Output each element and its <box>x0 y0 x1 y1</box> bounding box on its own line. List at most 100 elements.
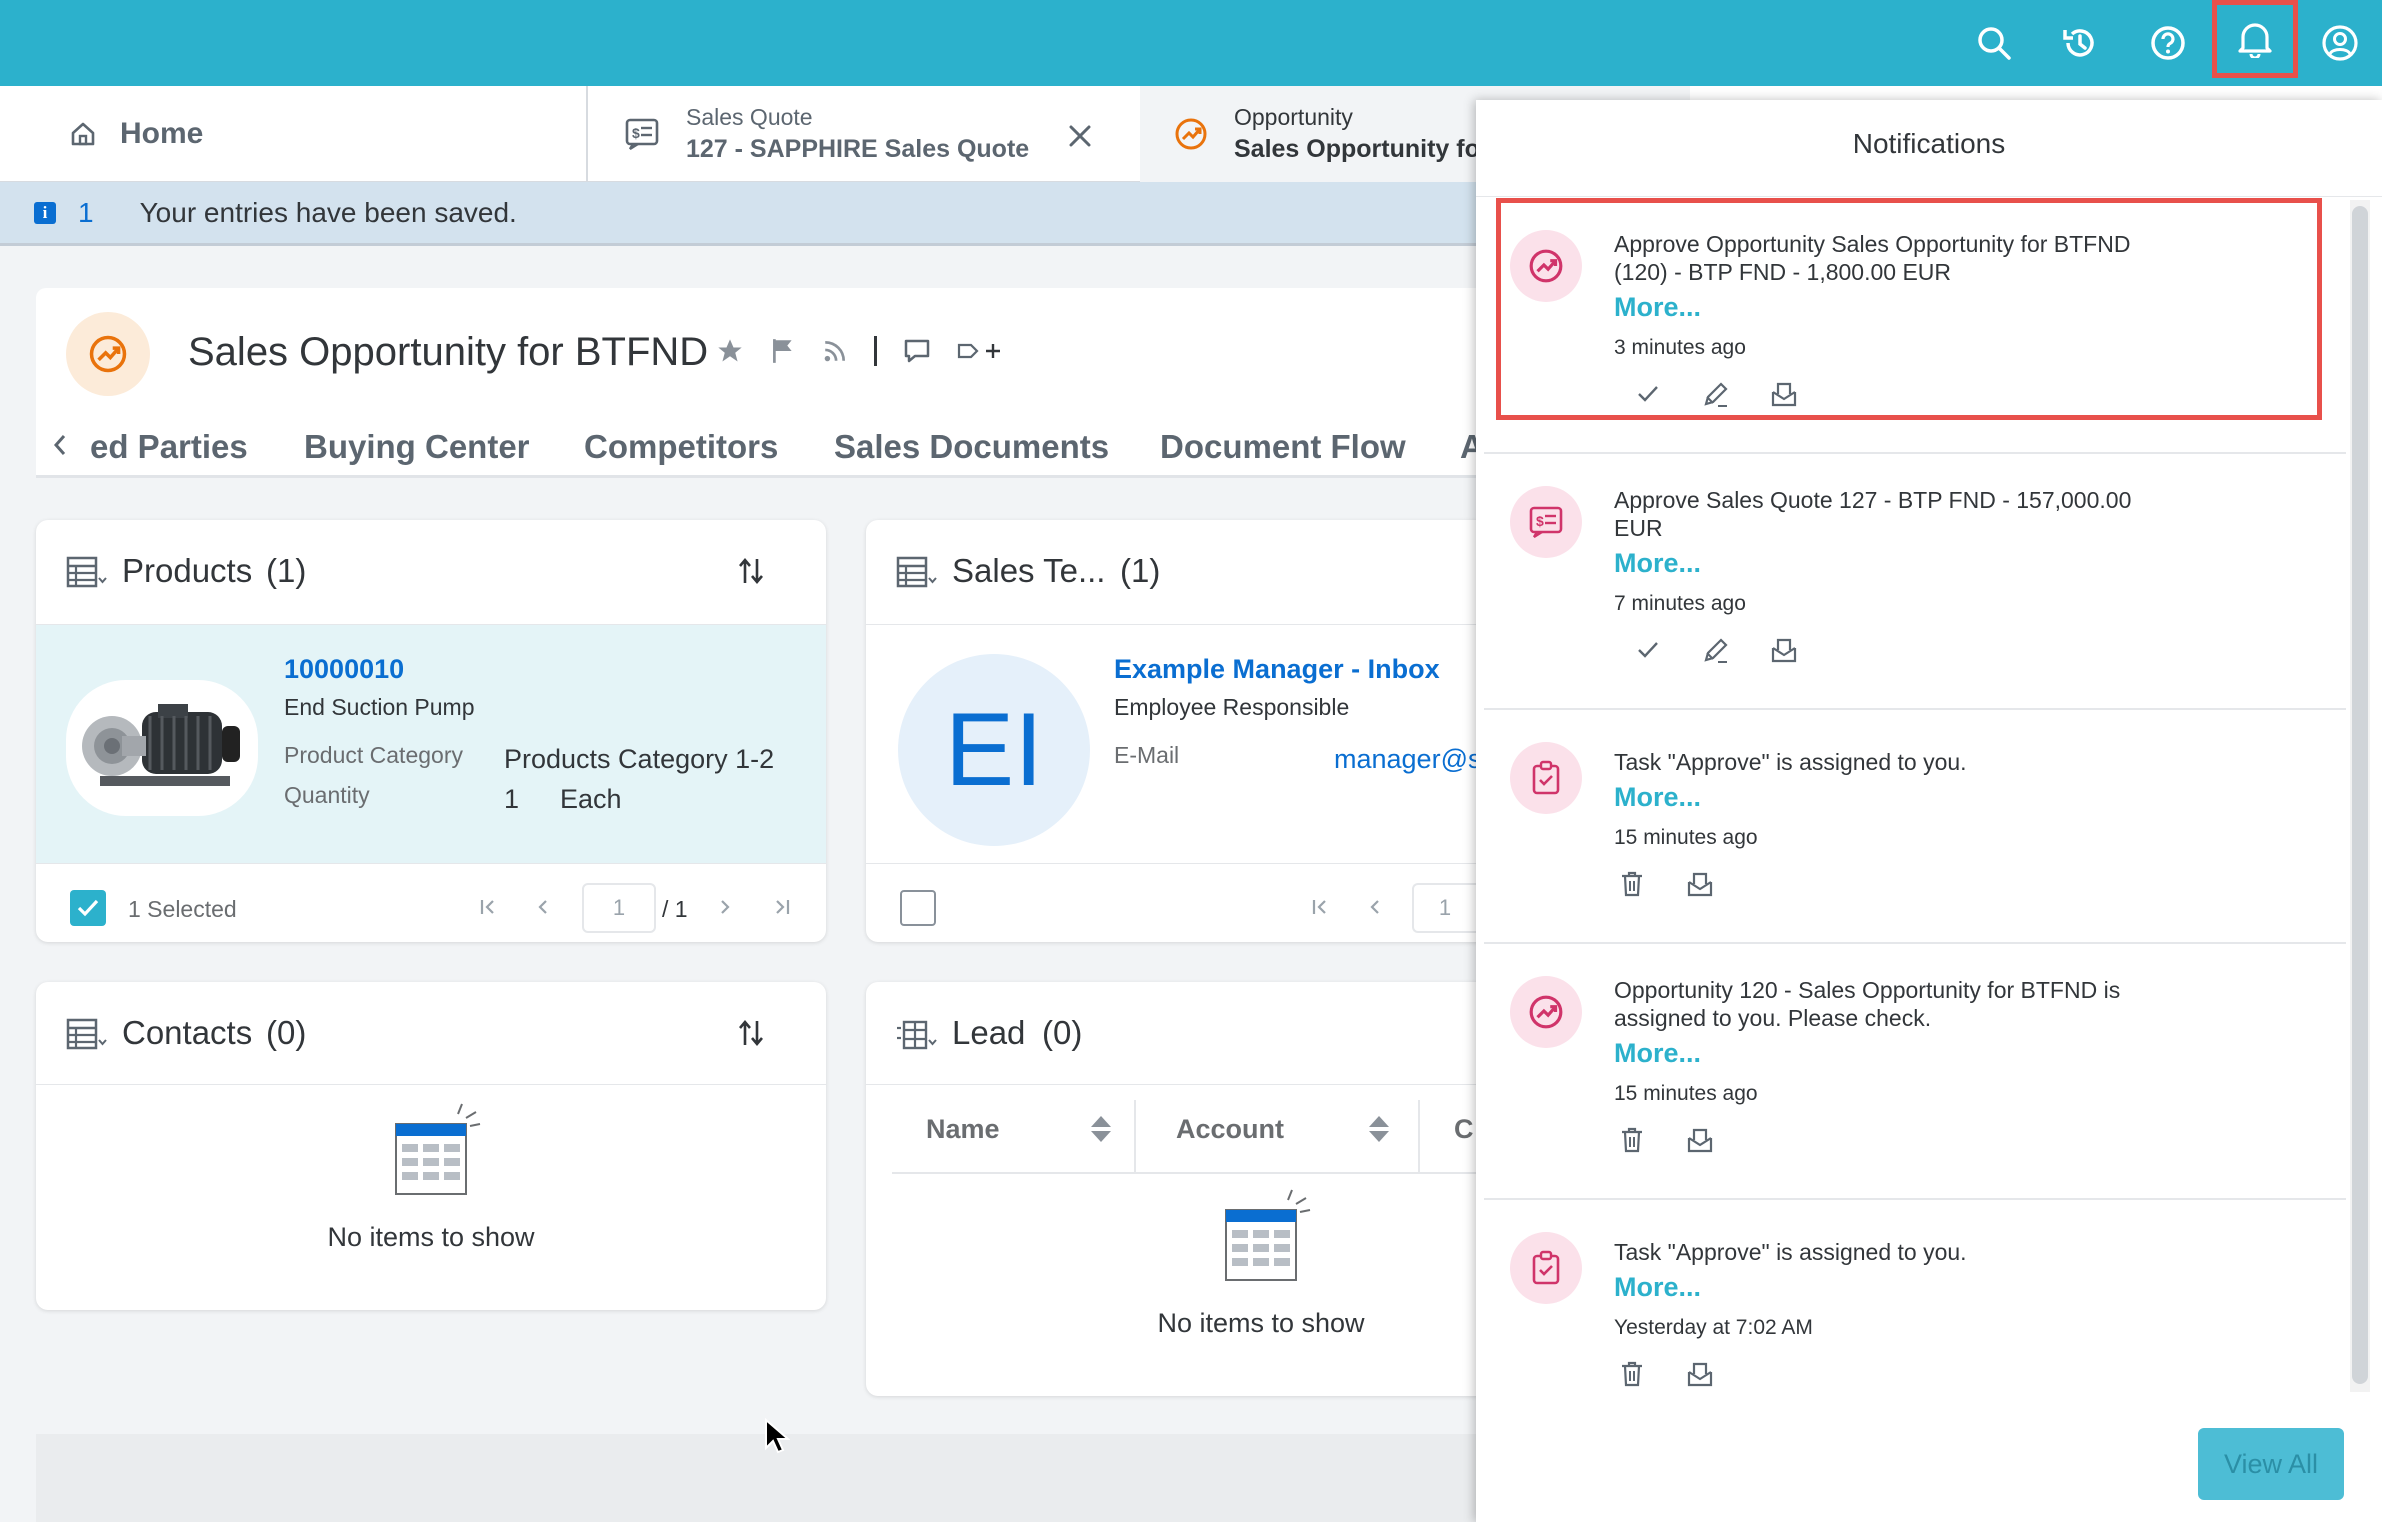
notification-text: Approve Opportunity Sales Opportunity fo… <box>1614 231 2131 285</box>
sort-icon <box>739 557 763 585</box>
page-input[interactable]: 1 <box>1412 883 1476 933</box>
opportunity-icon <box>89 335 127 373</box>
next-page-icon[interactable] <box>718 897 732 917</box>
sales-quote-icon: $ <box>625 118 659 151</box>
add-tag-button[interactable] <box>957 342 1001 360</box>
opportunity-icon <box>1529 249 1563 283</box>
accept-button[interactable] <box>1630 376 1666 412</box>
divider <box>1476 196 2382 197</box>
star-icon[interactable] <box>716 337 744 365</box>
divider <box>866 624 1476 625</box>
mark-read-button[interactable] <box>1682 1122 1718 1158</box>
prev-page-icon[interactable] <box>1368 897 1382 917</box>
notification-avatar <box>1510 230 1582 302</box>
edit-button[interactable] <box>1698 376 1734 412</box>
select-all-checkbox[interactable] <box>900 890 936 926</box>
last-page-icon[interactable] <box>772 897 792 917</box>
tag-icon <box>957 343 979 359</box>
check-icon <box>1638 386 1658 402</box>
tab-sales-quote[interactable]: $ Sales Quote 127 - SAPPHIRE Sales Quote <box>590 86 1140 182</box>
delete-button[interactable] <box>1614 866 1650 902</box>
notification-more-link[interactable]: More... <box>1614 782 1701 813</box>
svg-text:$: $ <box>632 125 640 141</box>
email-link[interactable]: manager@s <box>1334 744 1481 775</box>
notification-more-link[interactable]: More... <box>1614 292 1701 323</box>
notification-more-link[interactable]: More... <box>1614 1038 1701 1069</box>
sort-name-icon[interactable] <box>1088 1114 1114 1144</box>
task-icon <box>1532 760 1560 795</box>
nav-tab-buying-center[interactable]: Buying Center <box>304 428 530 466</box>
nav-tab-sales-documents[interactable]: Sales Documents <box>834 428 1109 466</box>
column-header-account[interactable]: Account <box>1176 1114 1284 1145</box>
page-total: / 1 <box>662 896 688 922</box>
product-category-value: Products Category 1-2 <box>504 744 775 774</box>
scrollbar-thumb[interactable] <box>2352 206 2368 1384</box>
divider <box>1418 1100 1420 1172</box>
notification-avatar <box>1510 976 1582 1048</box>
product-name: End Suction Pump <box>284 694 475 720</box>
nav-scroll-left[interactable] <box>52 432 68 458</box>
user-button[interactable] <box>2298 0 2382 86</box>
avatar: EI <box>898 654 1090 846</box>
nav-tab-parties[interactable]: ed Parties <box>90 428 248 466</box>
flag-icon[interactable] <box>770 337 796 365</box>
sales-quote-icon: $ <box>1529 506 1563 539</box>
contacts-title: Contacts <box>122 1014 253 1051</box>
trash-icon <box>1622 1127 1642 1153</box>
team-member-link[interactable]: Example Manager - Inbox <box>1114 654 1440 685</box>
search-button[interactable] <box>1950 0 2038 86</box>
sort-button[interactable] <box>736 556 766 586</box>
message-count[interactable]: 1 <box>78 197 94 229</box>
products-title: Products <box>122 552 253 589</box>
first-page-icon[interactable] <box>478 897 498 917</box>
table-view-icon[interactable] <box>66 556 108 590</box>
envelope-icon <box>1687 872 1713 897</box>
comment-icon[interactable] <box>903 338 931 364</box>
prev-page-icon[interactable] <box>536 897 550 917</box>
mark-read-button[interactable] <box>1682 866 1718 902</box>
table-view-icon[interactable] <box>66 1018 108 1052</box>
notification-text: Task "Approve" is assigned to you. <box>1614 1239 1967 1265</box>
view-all-button[interactable]: View All <box>2198 1428 2344 1500</box>
accept-button[interactable] <box>1630 632 1666 668</box>
page-input[interactable]: 1 <box>582 883 656 933</box>
edit-button[interactable] <box>1698 632 1734 668</box>
product-id-link[interactable]: 10000010 <box>284 654 404 685</box>
opportunity-icon <box>1529 995 1563 1029</box>
sort-icon <box>739 1019 763 1047</box>
table-view-icon[interactable] <box>896 556 938 590</box>
feed-icon[interactable] <box>822 338 848 364</box>
mark-read-button[interactable] <box>1682 1356 1718 1392</box>
products-pagination <box>478 897 550 917</box>
home-icon <box>71 122 95 146</box>
sort-account-icon[interactable] <box>1366 1114 1392 1144</box>
close-tab-button[interactable] <box>1060 116 1100 156</box>
nav-tab-competitors[interactable]: Competitors <box>584 428 778 466</box>
nav-tab-document-flow[interactable]: Document Flow <box>1160 428 1406 466</box>
help-button[interactable] <box>2124 0 2212 86</box>
search-icon <box>1978 27 2011 60</box>
envelope-icon <box>1771 638 1797 663</box>
column-header-name[interactable]: Name <box>926 1114 1000 1145</box>
grouped-view-icon[interactable] <box>896 1018 938 1052</box>
notification-avatar <box>1510 1232 1582 1304</box>
object-title: Sales Opportunity for BTFND <box>188 330 709 374</box>
sort-button[interactable] <box>736 1018 766 1048</box>
sales-team-title: Sales Te... <box>952 552 1106 589</box>
mark-read-button[interactable] <box>1766 632 1802 668</box>
notifications-button[interactable] <box>2212 0 2298 78</box>
tab-home[interactable]: Home <box>0 86 588 182</box>
mark-read-button[interactable] <box>1766 376 1802 412</box>
delete-button[interactable] <box>1614 1122 1650 1158</box>
delete-button[interactable] <box>1614 1356 1650 1392</box>
sales-team-count: (1) <box>1120 552 1161 589</box>
notification-more-link[interactable]: More... <box>1614 548 1701 579</box>
column-header-c[interactable]: C <box>1454 1114 1474 1145</box>
history-icon <box>2063 29 2094 57</box>
select-all-checkbox[interactable] <box>70 890 106 926</box>
message-text: Your entries have been saved. <box>139 196 517 228</box>
divider <box>36 863 826 864</box>
history-button[interactable] <box>2036 0 2124 86</box>
first-page-icon[interactable] <box>1310 897 1330 917</box>
notification-more-link[interactable]: More... <box>1614 1272 1701 1303</box>
